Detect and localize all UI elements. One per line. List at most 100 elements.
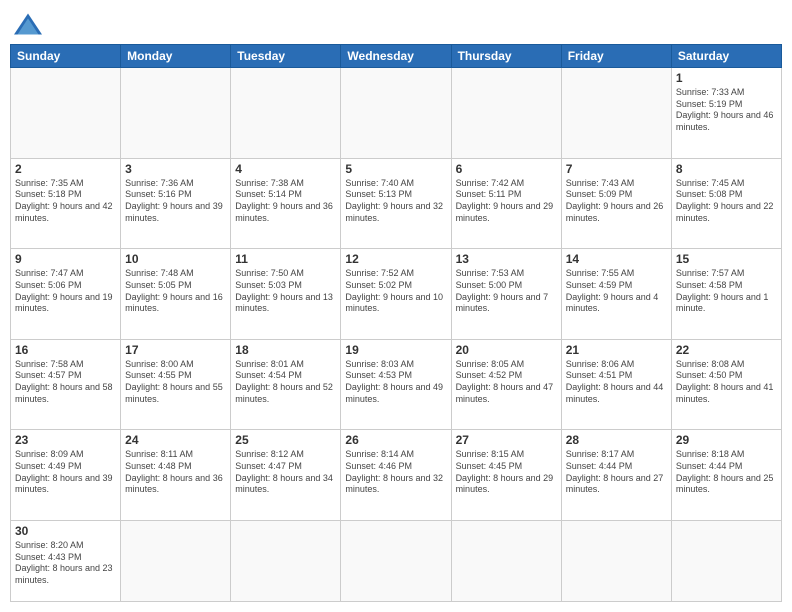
day-number: 6 (456, 162, 557, 176)
day-number: 20 (456, 343, 557, 357)
day-cell: 27Sunrise: 8:15 AM Sunset: 4:45 PM Dayli… (451, 430, 561, 521)
day-cell: 8 Sunrise: 7:45 AM Sunset: 5:08 PM Daylig… (671, 158, 781, 249)
day-cell (341, 520, 451, 601)
day-cell: 14 Sunrise: 7:55 AM Sunset: 4:59 PM Dayli… (561, 249, 671, 340)
day-number: 7 (566, 162, 667, 176)
day-info: Sunrise: 7:40 AM Sunset: 5:13 PM Dayligh… (345, 178, 446, 225)
day-info: Sunrise: 7:33 AM Sunset: 5:19 PM Dayligh… (676, 87, 777, 134)
day-info: Sunrise: 7:55 AM Sunset: 4:59 PM Dayligh… (566, 268, 667, 315)
header (10, 10, 782, 38)
day-info: Sunrise: 7:48 AM Sunset: 5:05 PM Dayligh… (125, 268, 226, 315)
day-info: Sunrise: 7:50 AM Sunset: 5:03 PM Dayligh… (235, 268, 336, 315)
day-info: Sunrise: 8:15 AM Sunset: 4:45 PM Dayligh… (456, 449, 557, 496)
day-cell (451, 68, 561, 159)
col-header-friday: Friday (561, 45, 671, 68)
day-info: Sunrise: 8:09 AM Sunset: 4:49 PM Dayligh… (15, 449, 116, 496)
day-number: 13 (456, 252, 557, 266)
day-cell: 28Sunrise: 8:17 AM Sunset: 4:44 PM Dayli… (561, 430, 671, 521)
col-header-monday: Monday (121, 45, 231, 68)
week-row-3: 16 Sunrise: 7:58 AM Sunset: 4:57 PM Dayli… (11, 339, 782, 430)
day-cell: 1Sunrise: 7:33 AM Sunset: 5:19 PM Daylig… (671, 68, 781, 159)
logo (10, 10, 50, 38)
day-number: 3 (125, 162, 226, 176)
day-cell (341, 68, 451, 159)
header-row: SundayMondayTuesdayWednesdayThursdayFrid… (11, 45, 782, 68)
week-row-1: 2Sunrise: 7:35 AM Sunset: 5:18 PM Daylig… (11, 158, 782, 249)
day-number: 11 (235, 252, 336, 266)
day-number: 16 (15, 343, 116, 357)
day-cell (231, 68, 341, 159)
day-cell: 30 Sunrise: 8:20 AM Sunset: 4:43 PM Dayli… (11, 520, 121, 601)
day-number: 25 (235, 433, 336, 447)
day-cell: 4 Sunrise: 7:38 AM Sunset: 5:14 PM Daylig… (231, 158, 341, 249)
week-row-4: 23 Sunrise: 8:09 AM Sunset: 4:49 PM Dayli… (11, 430, 782, 521)
day-cell: 16 Sunrise: 7:58 AM Sunset: 4:57 PM Dayli… (11, 339, 121, 430)
day-number: 14 (566, 252, 667, 266)
day-cell (11, 68, 121, 159)
day-info: Sunrise: 7:52 AM Sunset: 5:02 PM Dayligh… (345, 268, 446, 315)
day-cell: 29 Sunrise: 8:18 AM Sunset: 4:44 PM Dayli… (671, 430, 781, 521)
day-info: Sunrise: 7:42 AM Sunset: 5:11 PM Dayligh… (456, 178, 557, 225)
day-number: 8 (676, 162, 777, 176)
page: SundayMondayTuesdayWednesdayThursdayFrid… (0, 0, 792, 612)
day-number: 23 (15, 433, 116, 447)
day-cell (561, 68, 671, 159)
day-info: Sunrise: 8:17 AM Sunset: 4:44 PM Dayligh… (566, 449, 667, 496)
day-number: 5 (345, 162, 446, 176)
day-cell: 5 Sunrise: 7:40 AM Sunset: 5:13 PM Daylig… (341, 158, 451, 249)
day-cell: 2Sunrise: 7:35 AM Sunset: 5:18 PM Daylig… (11, 158, 121, 249)
day-number: 30 (15, 524, 116, 538)
day-info: Sunrise: 8:20 AM Sunset: 4:43 PM Dayligh… (15, 540, 116, 587)
day-cell (671, 520, 781, 601)
day-number: 15 (676, 252, 777, 266)
day-info: Sunrise: 8:00 AM Sunset: 4:55 PM Dayligh… (125, 359, 226, 406)
day-info: Sunrise: 7:43 AM Sunset: 5:09 PM Dayligh… (566, 178, 667, 225)
day-info: Sunrise: 7:45 AM Sunset: 5:08 PM Dayligh… (676, 178, 777, 225)
col-header-thursday: Thursday (451, 45, 561, 68)
day-info: Sunrise: 8:06 AM Sunset: 4:51 PM Dayligh… (566, 359, 667, 406)
day-number: 4 (235, 162, 336, 176)
day-info: Sunrise: 8:08 AM Sunset: 4:50 PM Dayligh… (676, 359, 777, 406)
day-info: Sunrise: 7:38 AM Sunset: 5:14 PM Dayligh… (235, 178, 336, 225)
day-info: Sunrise: 8:12 AM Sunset: 4:47 PM Dayligh… (235, 449, 336, 496)
day-cell (561, 520, 671, 601)
day-info: Sunrise: 7:58 AM Sunset: 4:57 PM Dayligh… (15, 359, 116, 406)
day-number: 9 (15, 252, 116, 266)
col-header-sunday: Sunday (11, 45, 121, 68)
day-cell: 10 Sunrise: 7:48 AM Sunset: 5:05 PM Dayli… (121, 249, 231, 340)
day-cell (121, 68, 231, 159)
day-info: Sunrise: 7:53 AM Sunset: 5:00 PM Dayligh… (456, 268, 557, 315)
day-cell: 18 Sunrise: 8:01 AM Sunset: 4:54 PM Dayli… (231, 339, 341, 430)
day-info: Sunrise: 8:18 AM Sunset: 4:44 PM Dayligh… (676, 449, 777, 496)
day-number: 10 (125, 252, 226, 266)
day-cell: 22Sunrise: 8:08 AM Sunset: 4:50 PM Dayli… (671, 339, 781, 430)
day-info: Sunrise: 8:05 AM Sunset: 4:52 PM Dayligh… (456, 359, 557, 406)
day-cell: 6 Sunrise: 7:42 AM Sunset: 5:11 PM Daylig… (451, 158, 561, 249)
week-row-2: 9 Sunrise: 7:47 AM Sunset: 5:06 PM Daylig… (11, 249, 782, 340)
day-cell: 11 Sunrise: 7:50 AM Sunset: 5:03 PM Dayli… (231, 249, 341, 340)
day-cell: 13 Sunrise: 7:53 AM Sunset: 5:00 PM Dayli… (451, 249, 561, 340)
week-row-5: 30 Sunrise: 8:20 AM Sunset: 4:43 PM Dayli… (11, 520, 782, 601)
day-number: 18 (235, 343, 336, 357)
day-cell: 21 Sunrise: 8:06 AM Sunset: 4:51 PM Dayli… (561, 339, 671, 430)
day-cell: 17 Sunrise: 8:00 AM Sunset: 4:55 PM Dayli… (121, 339, 231, 430)
day-number: 17 (125, 343, 226, 357)
day-cell: 12Sunrise: 7:52 AM Sunset: 5:02 PM Dayli… (341, 249, 451, 340)
day-number: 21 (566, 343, 667, 357)
day-info: Sunrise: 8:03 AM Sunset: 4:53 PM Dayligh… (345, 359, 446, 406)
day-info: Sunrise: 8:14 AM Sunset: 4:46 PM Dayligh… (345, 449, 446, 496)
day-number: 29 (676, 433, 777, 447)
day-number: 24 (125, 433, 226, 447)
day-number: 19 (345, 343, 446, 357)
day-cell: 25 Sunrise: 8:12 AM Sunset: 4:47 PM Dayli… (231, 430, 341, 521)
day-info: Sunrise: 7:36 AM Sunset: 5:16 PM Dayligh… (125, 178, 226, 225)
day-info: Sunrise: 7:47 AM Sunset: 5:06 PM Dayligh… (15, 268, 116, 315)
day-cell (121, 520, 231, 601)
day-info: Sunrise: 8:01 AM Sunset: 4:54 PM Dayligh… (235, 359, 336, 406)
day-cell: 19 Sunrise: 8:03 AM Sunset: 4:53 PM Dayli… (341, 339, 451, 430)
day-cell: 24Sunrise: 8:11 AM Sunset: 4:48 PM Dayli… (121, 430, 231, 521)
day-cell: 26 Sunrise: 8:14 AM Sunset: 4:46 PM Dayli… (341, 430, 451, 521)
col-header-tuesday: Tuesday (231, 45, 341, 68)
week-row-0: 1Sunrise: 7:33 AM Sunset: 5:19 PM Daylig… (11, 68, 782, 159)
day-number: 26 (345, 433, 446, 447)
